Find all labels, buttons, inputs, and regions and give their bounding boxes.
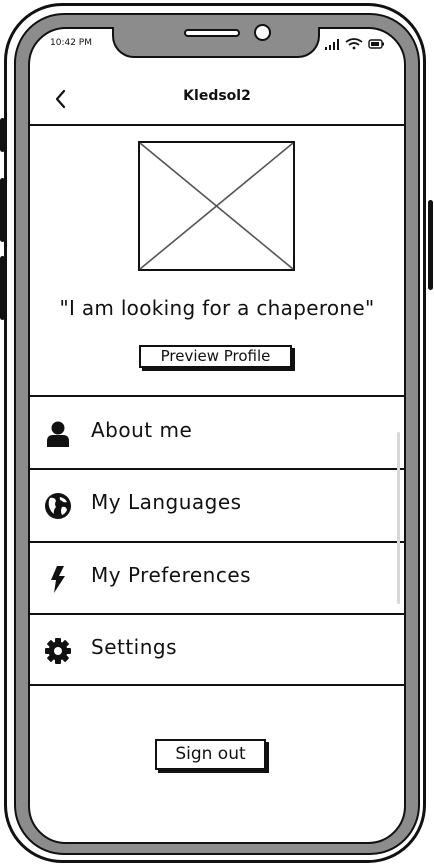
status-time: 10:42 PM: [50, 38, 92, 48]
globe-icon: [45, 493, 71, 519]
phone-side-button: [428, 200, 433, 290]
wifi-icon: [345, 38, 363, 50]
lightning-bolt-icon: [51, 566, 65, 593]
speaker: [184, 29, 240, 37]
preview-profile-button[interactable]: Preview Profile: [139, 345, 292, 368]
menu-item-about-me[interactable]: About me: [30, 398, 404, 468]
phone-side-button: [0, 178, 5, 242]
divider: [30, 684, 404, 686]
menu-item-label: My Languages: [91, 490, 242, 514]
battery-icon: [368, 39, 384, 49]
sign-out-button[interactable]: Sign out: [155, 739, 266, 770]
menu-item-my-preferences[interactable]: My Preferences: [30, 543, 404, 613]
profile-status-text: "I am looking for a chaperone": [59, 296, 375, 320]
page-title: Kledsol2: [183, 88, 251, 104]
menu-item-my-languages[interactable]: My Languages: [30, 470, 404, 540]
status-icons: [325, 38, 384, 50]
divider: [30, 395, 404, 397]
divider: [30, 124, 404, 126]
camera: [254, 24, 271, 41]
menu-item-label: About me: [91, 418, 193, 442]
menu-item-label: My Preferences: [91, 563, 252, 587]
menu-item-settings[interactable]: Settings: [30, 615, 404, 685]
phone-side-button: [0, 118, 5, 152]
scrollbar[interactable]: [397, 432, 400, 604]
profile-image-placeholder: [138, 141, 295, 271]
gear-icon: [45, 638, 71, 664]
person-icon: [47, 421, 69, 447]
menu-item-label: Settings: [91, 635, 178, 659]
signal-icon: [325, 39, 339, 50]
phone-side-button: [0, 256, 5, 320]
